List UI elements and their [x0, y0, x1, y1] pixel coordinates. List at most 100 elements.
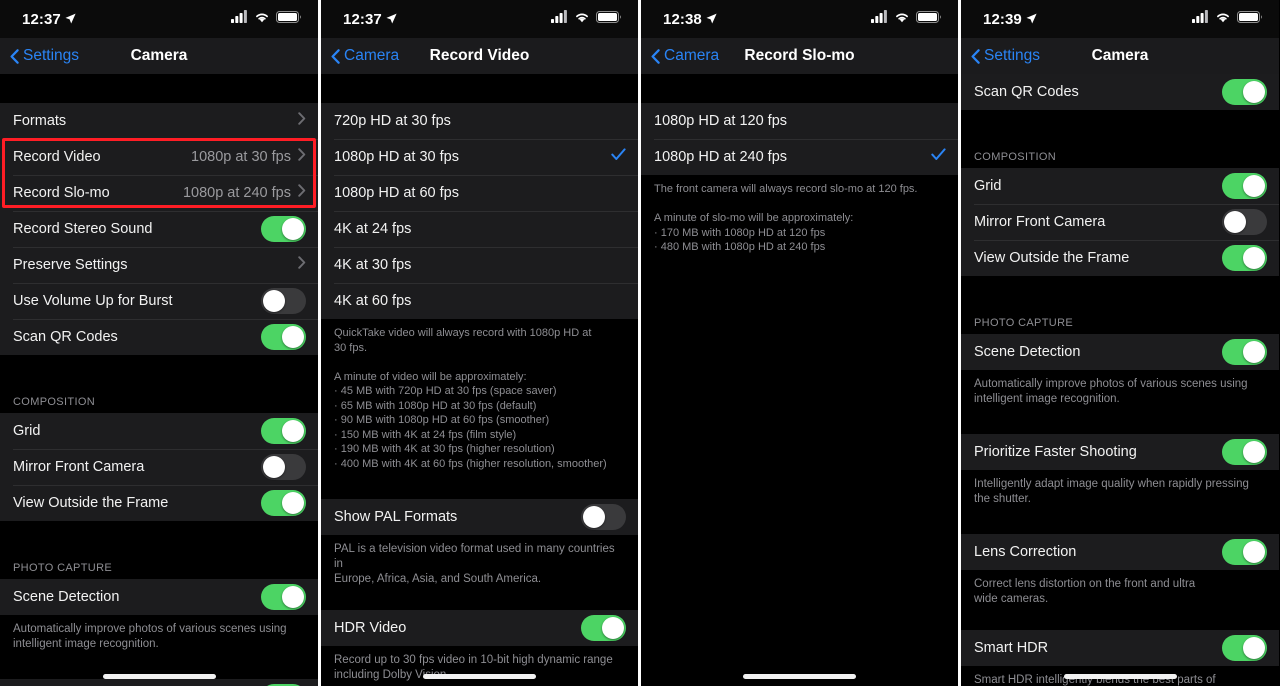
settings-row[interactable]: 1080p HD at 240 fps — [641, 139, 958, 175]
chevron-right-icon — [298, 112, 306, 130]
toggle-knob — [602, 617, 624, 639]
settings-row[interactable]: 4K at 60 fps — [321, 283, 638, 319]
settings-row-label: View Outside the Frame — [974, 250, 1130, 266]
settings-list[interactable]: Formats Record Video 1080p at 30 fps Record… — [0, 74, 318, 686]
settings-group: Formats Record Video 1080p at 30 fps Record… — [0, 103, 318, 355]
settings-row[interactable]: Record Video 1080p at 30 fps — [0, 139, 318, 175]
back-button[interactable]: Settings — [10, 47, 79, 65]
toggle-switch[interactable] — [1222, 79, 1267, 105]
battery-full-icon — [1237, 10, 1263, 28]
settings-row[interactable]: Prioritize Faster Shooting — [0, 679, 318, 686]
settings-row[interactable]: Mirror Front Camera — [0, 449, 318, 485]
settings-row[interactable]: Use Volume Up for Burst — [0, 283, 318, 319]
settings-row[interactable]: Scene Detection — [961, 334, 1279, 370]
section-gap — [321, 480, 638, 499]
status-bar-indicators — [871, 10, 942, 28]
location-arrow-icon — [65, 11, 76, 28]
toggle-knob — [1243, 247, 1265, 269]
clock-label: 12:38 — [663, 10, 702, 28]
settings-row[interactable]: 1080p HD at 120 fps — [641, 103, 958, 139]
toggle-switch[interactable] — [1222, 635, 1267, 661]
settings-group: 1080p HD at 120 fps 1080p HD at 240 fps — [641, 103, 958, 175]
settings-row[interactable]: Show PAL Formats — [321, 499, 638, 535]
settings-row-label: Mirror Front Camera — [974, 214, 1106, 230]
toggle-switch[interactable] — [1222, 209, 1267, 235]
settings-row[interactable]: HDR Video — [321, 610, 638, 646]
settings-row[interactable]: Scan QR Codes — [961, 74, 1279, 110]
settings-row[interactable]: Record Slo-mo 1080p at 240 fps — [0, 175, 318, 211]
clock-label: 12:37 — [22, 10, 61, 28]
back-button[interactable]: Camera — [331, 47, 399, 65]
settings-group: Grid Mirror Front Camera View Outside the … — [0, 413, 318, 521]
toggle-switch[interactable] — [1222, 173, 1267, 199]
toggle-switch[interactable] — [261, 584, 306, 610]
toggle-switch[interactable] — [1222, 339, 1267, 365]
back-button[interactable]: Camera — [651, 47, 719, 65]
wifi-icon — [1215, 10, 1231, 28]
status-bar-time: 12:37 — [343, 11, 397, 28]
settings-row[interactable]: Mirror Front Camera — [961, 204, 1279, 240]
toggle-switch[interactable] — [1222, 539, 1267, 565]
settings-group: Scan QR Codes — [961, 74, 1279, 110]
settings-row[interactable]: Preserve Settings — [0, 247, 318, 283]
toggle-switch[interactable] — [1222, 245, 1267, 271]
section-header: COMPOSITION — [0, 384, 318, 413]
back-button-label: Settings — [984, 47, 1041, 64]
settings-row[interactable]: Lens Correction — [961, 534, 1279, 570]
toggle-switch[interactable] — [261, 288, 306, 314]
settings-row[interactable]: Scene Detection — [0, 579, 318, 615]
settings-list[interactable]: 720p HD at 30 fps 1080p HD at 30 fps 1080p… — [321, 74, 638, 686]
toggle-switch[interactable] — [261, 216, 306, 242]
toggle-knob — [282, 326, 304, 348]
wifi-icon — [254, 10, 270, 28]
settings-row[interactable]: 4K at 24 fps — [321, 211, 638, 247]
settings-row[interactable]: View Outside the Frame — [961, 240, 1279, 276]
settings-row[interactable]: Prioritize Faster Shooting — [961, 434, 1279, 470]
chevron-left-icon — [651, 48, 660, 64]
toggle-switch[interactable] — [1222, 439, 1267, 465]
settings-row[interactable]: Record Stereo Sound — [0, 211, 318, 247]
settings-list[interactable]: Scan QR Codes COMPOSITION Grid Mirror Front… — [961, 74, 1279, 686]
settings-row-label: Mirror Front Camera — [13, 459, 145, 475]
settings-row[interactable]: Grid — [0, 413, 318, 449]
footnote-text: Automatically improve photos of various … — [961, 370, 1279, 416]
phone-panel-camera-settings: 12:37 Settings Camera Formats Record Video 10… — [0, 0, 318, 686]
toggle-switch[interactable] — [261, 490, 306, 516]
settings-row-label: Smart HDR — [974, 640, 1049, 656]
checkmark-icon — [931, 148, 946, 166]
phone-panel-camera-settings-scrolled: 12:39 Settings Camera Scan QR Codes COMPOSIT… — [961, 0, 1279, 686]
chevron-left-icon — [10, 48, 19, 64]
settings-row[interactable]: View Outside the Frame — [0, 485, 318, 521]
toggle-switch[interactable] — [581, 615, 626, 641]
settings-row[interactable]: Formats — [0, 103, 318, 139]
settings-row[interactable]: Smart HDR — [961, 630, 1279, 666]
toggle-switch[interactable] — [261, 418, 306, 444]
toggle-switch[interactable] — [581, 504, 626, 530]
back-button[interactable]: Settings — [971, 47, 1040, 65]
settings-row-label: Scan QR Codes — [974, 84, 1079, 100]
settings-row[interactable]: 1080p HD at 30 fps — [321, 139, 638, 175]
settings-row[interactable]: Scan QR Codes — [0, 319, 318, 355]
settings-list[interactable]: 1080p HD at 120 fps 1080p HD at 240 fps Th… — [641, 74, 958, 686]
location-arrow-icon — [386, 11, 397, 28]
settings-row-label: Record Stereo Sound — [13, 221, 153, 237]
toggle-switch[interactable] — [261, 324, 306, 350]
footnote-text: Correct lens distortion on the front and… — [961, 570, 1279, 616]
navigation-bar: Settings Camera — [0, 38, 318, 74]
settings-row[interactable]: 720p HD at 30 fps — [321, 103, 638, 139]
chevron-left-icon — [971, 48, 980, 64]
wifi-icon — [894, 10, 910, 28]
footnote-text: PAL is a television video format used in… — [321, 535, 638, 596]
toggle-knob — [1243, 541, 1265, 563]
settings-row-label: Lens Correction — [974, 544, 1077, 560]
settings-row[interactable]: Grid — [961, 168, 1279, 204]
status-bar-indicators — [1192, 10, 1263, 28]
footnote-text: Record up to 30 fps video in 10-bit high… — [321, 646, 638, 686]
settings-row[interactable]: 1080p HD at 60 fps — [321, 175, 638, 211]
toggle-switch[interactable] — [261, 454, 306, 480]
section-header: PHOTO CAPTURE — [0, 550, 318, 579]
settings-row[interactable]: 4K at 30 fps — [321, 247, 638, 283]
settings-group: 720p HD at 30 fps 1080p HD at 30 fps 1080p… — [321, 103, 638, 319]
status-bar-time: 12:37 — [22, 11, 76, 28]
chevron-left-icon — [331, 48, 340, 64]
